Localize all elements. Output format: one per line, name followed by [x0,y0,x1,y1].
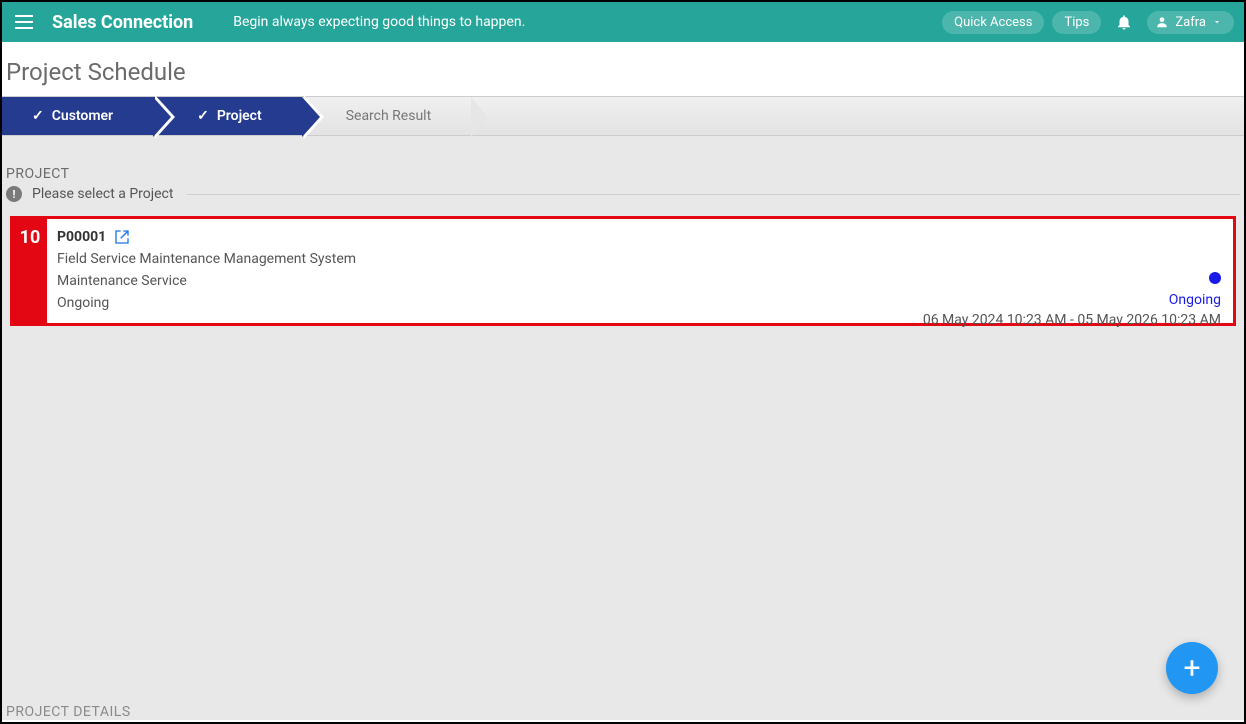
project-card-right: Ongoing 06 May 2024 10:23 AM - 05 May 20… [923,269,1221,328]
tips-button[interactable]: Tips [1052,11,1101,34]
quick-access-button[interactable]: Quick Access [942,11,1044,34]
chevron-down-icon [1212,17,1222,27]
check-icon: ✓ [197,108,209,124]
plus-icon: + [1183,651,1200,686]
step-customer-label: Customer [52,108,113,124]
step-project[interactable]: ✓ Project [153,97,302,135]
page-title: Project Schedule [2,42,1244,96]
tagline-text: Begin always expecting good things to ha… [233,14,942,30]
project-section-label: PROJECT [2,166,1244,182]
divider [187,194,1240,195]
info-icon: ! [6,186,22,202]
status-badge: Ongoing [923,292,1221,308]
hint-row: ! Please select a Project [2,182,1244,216]
user-name: Zafra [1175,15,1206,30]
brand-title: Sales Connection [52,12,193,33]
status-dot-icon [1209,272,1221,284]
project-details-label: PROJECT DETAILS [6,704,131,720]
project-card-body: P00001 Field Service Maintenance Managem… [47,219,1233,323]
breadcrumb-stepper: ✓ Customer ✓ Project Search Result [2,96,1244,136]
check-icon: ✓ [32,108,44,124]
hamburger-menu-icon[interactable] [12,10,36,34]
open-external-icon[interactable] [114,229,130,245]
hint-text: Please select a Project [32,186,173,202]
top-actions: Quick Access Tips Zafra [942,11,1234,34]
project-card[interactable]: 10 P00001 Field Service Maintenance Mana… [10,216,1236,326]
top-bar: Sales Connection Begin always expecting … [2,2,1244,42]
notifications-icon[interactable] [1109,13,1139,31]
step-search-result[interactable]: Search Result [302,97,471,135]
project-code: P00001 [57,229,106,245]
user-menu[interactable]: Zafra [1147,11,1234,34]
step-project-label: Project [217,108,262,124]
project-date-range: 06 May 2024 10:23 AM - 05 May 2026 10:23… [923,312,1221,328]
project-card-annotation-badge: 10 [13,219,47,323]
step-customer[interactable]: ✓ Customer [2,97,153,135]
user-icon [1155,15,1169,29]
add-button[interactable]: + [1166,642,1218,694]
project-title: Field Service Maintenance Management Sys… [57,251,1221,267]
step-search-label: Search Result [346,108,431,124]
content-area: PROJECT ! Please select a Project 10 P00… [2,136,1244,720]
